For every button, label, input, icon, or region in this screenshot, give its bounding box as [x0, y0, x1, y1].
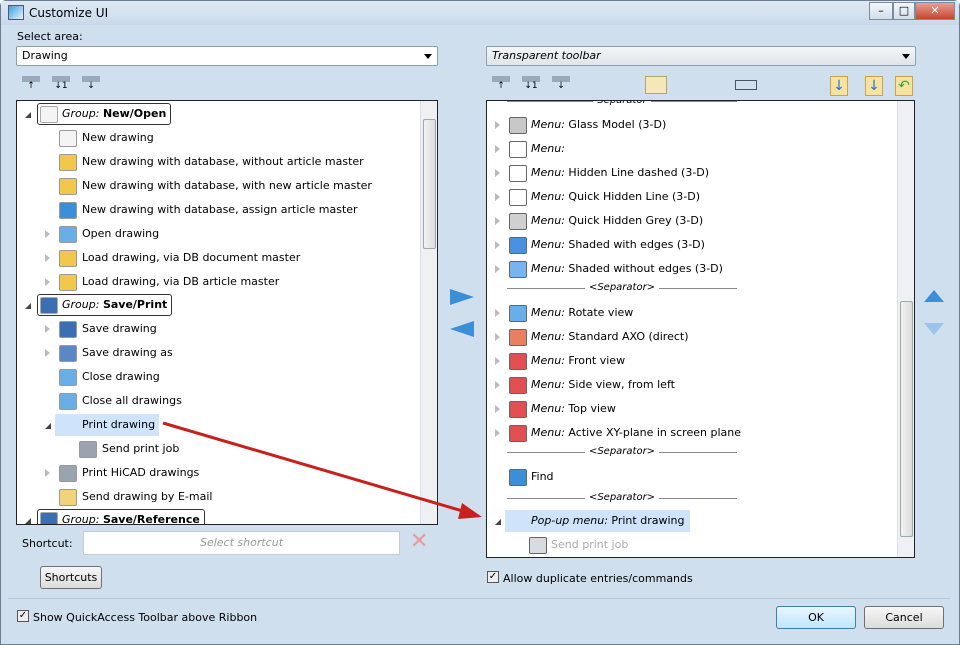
drag-arrow-head — [458, 503, 482, 519]
drag-arrow-overlay — [162, 421, 482, 519]
drag-arrow-line — [162, 421, 467, 514]
